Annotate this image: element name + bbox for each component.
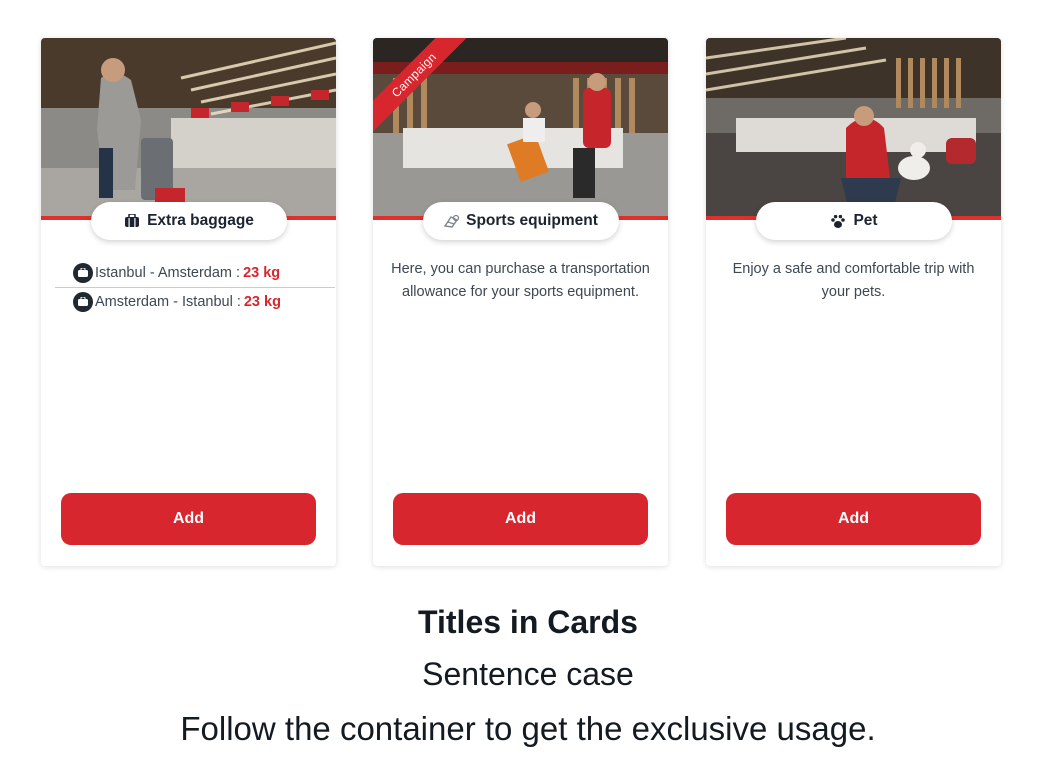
- sports-equipment-card: Campaign Sports equipment Here, you can …: [373, 38, 668, 566]
- card-title-pill: Pet: [755, 202, 952, 240]
- route-list: Istanbul - Amsterdam : 23 kg Amsterdam -…: [55, 258, 335, 316]
- card-title: Extra baggage: [147, 212, 254, 229]
- add-button[interactable]: Add: [61, 493, 316, 545]
- route-label: Amsterdam - Istanbul :: [95, 294, 241, 310]
- card-photo-sports: Campaign: [373, 38, 668, 220]
- add-button[interactable]: Add: [726, 493, 981, 545]
- route-weight: 23 kg: [243, 264, 281, 281]
- add-button[interactable]: Add: [393, 493, 648, 545]
- caption-subtitle: Sentence case: [422, 656, 634, 692]
- caption-note: Follow the container to get the exclusiv…: [180, 710, 876, 747]
- card-row: Extra baggage Istanbul - Amsterdam : 23 …: [0, 0, 1056, 580]
- card-description: Here, you can purchase a transportation …: [391, 261, 650, 300]
- route-item: Istanbul - Amsterdam : 23 kg: [55, 258, 335, 287]
- paw-icon: [829, 213, 847, 229]
- card-title: Pet: [853, 212, 878, 229]
- card-photo-baggage: [41, 38, 336, 220]
- card-title: Sports equipment: [466, 212, 598, 229]
- route-label: Istanbul - Amsterdam :: [95, 264, 241, 281]
- pet-card: Pet Enjoy a safe and comfortable trip wi…: [706, 38, 1001, 566]
- card-photo-pet: [706, 38, 1001, 220]
- route-item: Amsterdam - Istanbul : 23 kg: [55, 287, 335, 316]
- sports-icon: [443, 213, 460, 229]
- card-title-pill: Extra baggage: [90, 202, 287, 240]
- card-title-pill: Sports equipment: [422, 202, 619, 240]
- luggage-icon: [73, 292, 93, 312]
- route-weight: 23 kg: [243, 294, 281, 310]
- luggage-icon: [73, 262, 93, 283]
- caption-title: Titles in Cards: [418, 604, 638, 640]
- extra-baggage-card: Extra baggage Istanbul - Amsterdam : 23 …: [41, 38, 336, 566]
- luggage-icon: [123, 213, 141, 229]
- card-description: Enjoy a safe and comfortable trip with y…: [732, 261, 975, 300]
